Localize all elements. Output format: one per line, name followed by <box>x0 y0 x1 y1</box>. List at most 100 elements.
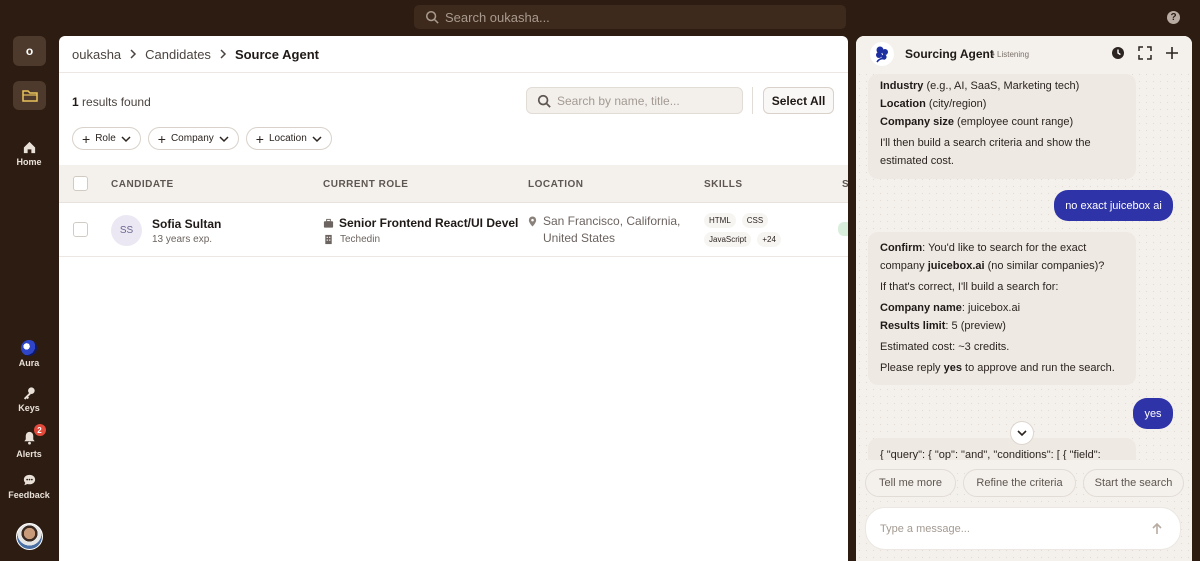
reply-b: to approve and run the search. <box>961 362 1115 374</box>
confirm-text-b: (no similar companies)? <box>984 260 1105 272</box>
select-all-checkbox[interactable] <box>73 176 88 191</box>
breadcrumb: oukasha Candidates Source Agent <box>59 36 848 73</box>
home-icon <box>23 141 35 154</box>
chevron-down-icon <box>312 135 322 142</box>
folder-button[interactable] <box>13 81 46 110</box>
plus-icon[interactable] <box>1165 46 1179 60</box>
header-current-role[interactable]: CURRENT ROLE <box>323 179 408 190</box>
rail-keys[interactable]: Keys <box>0 386 58 413</box>
header-location[interactable]: LOCATION <box>528 179 583 190</box>
candidate-role: Senior Frontend React/UI Devel <box>323 216 518 230</box>
estimated-cost: Estimated cost: ~3 credits. <box>880 341 1010 353</box>
main-panel: oukasha Candidates Source Agent 1 result… <box>59 36 848 561</box>
size-label: Company size <box>880 116 954 128</box>
chevron-down-icon <box>1017 430 1027 437</box>
rail-home[interactable]: Home <box>0 140 58 167</box>
select-all-button[interactable]: Select All <box>763 87 834 114</box>
expand-icon[interactable] <box>1138 46 1152 60</box>
global-search-placeholder: Search oukasha... <box>445 9 550 25</box>
send-button[interactable] <box>1146 518 1168 540</box>
results-limit-label: Results limit <box>880 320 946 332</box>
size-text: (employee count range) <box>953 116 1074 128</box>
candidate-avatar: SS <box>111 215 142 246</box>
confirm-company: juicebox.ai <box>927 260 985 272</box>
agent-logo-icon <box>876 46 888 63</box>
sourcing-agent-panel: Industry (e.g., AI, SaaS, Marketing tech… <box>856 36 1192 561</box>
search-icon <box>425 10 439 24</box>
map-pin-icon <box>528 216 537 227</box>
filter-role-button[interactable]: + Role <box>72 127 141 150</box>
candidate-skills: HTML CSS JavaScript +24 <box>704 213 804 247</box>
suggestion-refine-criteria[interactable]: Refine the criteria <box>963 469 1076 497</box>
left-rail: o Home Aura Keys 2 Alerts Feedback <box>0 36 58 561</box>
rail-aura[interactable]: Aura <box>0 340 58 368</box>
header-status[interactable]: S <box>842 179 848 190</box>
rail-alerts-label: Alerts <box>16 449 42 459</box>
company-name-value: : juicebox.ai <box>961 302 1021 314</box>
approve-prompt: Please reply yes to approve and run the … <box>880 359 1124 377</box>
candidate-search-input[interactable]: Search by name, title... <box>526 87 743 114</box>
location-label: Location <box>880 98 926 110</box>
results-count: 1 results found <box>72 95 151 109</box>
table-header: CANDIDATE CURRENT ROLE LOCATION SKILLS S <box>59 165 848 203</box>
row-checkbox[interactable] <box>73 222 88 237</box>
alerts-badge: 2 <box>33 424 46 436</box>
results-label: results found <box>82 95 151 109</box>
scroll-down-button[interactable] <box>1010 421 1034 445</box>
history-icon[interactable] <box>1111 46 1125 60</box>
rail-keys-label: Keys <box>18 403 40 413</box>
header-skills[interactable]: SKILLS <box>704 179 743 190</box>
criteria-location: Location (city/region) <box>880 95 1124 113</box>
company-name-line: Company name: juicebox.ai <box>880 299 1124 317</box>
agent-logo <box>870 42 894 66</box>
confirm-text: Confirm: You'd like to search for the ex… <box>880 239 1124 275</box>
results-limit-value: : 5 (preview) <box>945 320 1006 332</box>
results-toolbar: 1 results found Search by name, title...… <box>59 87 848 117</box>
breadcrumb-root[interactable]: oukasha <box>72 47 121 62</box>
message-placeholder: Type a message... <box>880 522 970 535</box>
company-name-label: Company name <box>880 302 962 314</box>
filter-role-label: Role <box>95 133 116 144</box>
candidate-role-text: Senior Frontend React/UI Devel <box>339 216 519 230</box>
skill-more-tag[interactable]: +24 <box>757 232 781 247</box>
reply-yes: yes <box>943 362 962 374</box>
location-line2: United States <box>543 231 616 245</box>
help-icon[interactable]: ? <box>1167 11 1180 24</box>
suggestion-start-search[interactable]: Start the search <box>1083 469 1184 497</box>
agent-header-actions <box>1111 46 1179 60</box>
user-message: no exact juicebox ai <box>1054 190 1173 221</box>
skill-tag: HTML <box>704 213 736 228</box>
results-limit-line: Results limit: 5 (preview) <box>880 317 1124 335</box>
candidate-experience: 13 years exp. <box>152 234 213 245</box>
reply-a: Please reply <box>880 362 944 374</box>
candidate-company: Techedin <box>323 234 380 245</box>
industry-text: (e.g., AI, SaaS, Marketing tech) <box>923 80 1080 92</box>
industry-label: Industry <box>880 80 924 92</box>
chevron-down-icon <box>219 135 229 142</box>
message-input[interactable]: Type a message... <box>865 507 1181 550</box>
candidate-search-placeholder: Search by name, title... <box>557 93 680 108</box>
filter-company-button[interactable]: + Company <box>147 127 239 150</box>
search-icon <box>537 94 551 108</box>
confirm-line2: If that's correct, I'll build a search f… <box>880 281 1059 293</box>
agent-message: Industry (e.g., AI, SaaS, Marketing tech… <box>868 74 1136 179</box>
breadcrumb-candidates[interactable]: Candidates <box>145 47 211 62</box>
chevron-right-icon <box>130 49 137 59</box>
suggestion-tell-me-more[interactable]: Tell me more <box>865 469 956 497</box>
skill-tag: CSS <box>741 213 769 228</box>
candidate-name[interactable]: Sofia Sultan <box>152 217 221 231</box>
table-row[interactable]: SS Sofia Sultan 13 years exp. Senior Fro… <box>59 203 848 257</box>
header-candidate[interactable]: CANDIDATE <box>111 179 174 190</box>
user-avatar[interactable] <box>16 523 43 550</box>
candidate-location-text: San Francisco, California, United States <box>543 213 680 247</box>
rail-alerts[interactable]: 2 Alerts <box>0 424 58 459</box>
global-search-input[interactable]: Search oukasha... <box>414 5 846 29</box>
confirm-label: Confirm <box>880 242 923 254</box>
filter-location-label: Location <box>268 133 307 144</box>
criteria-size: Company size (employee count range) <box>880 113 1124 131</box>
results-number: 1 <box>72 95 79 109</box>
location-text: (city/region) <box>925 98 987 110</box>
rail-feedback[interactable]: Feedback <box>0 473 58 500</box>
filter-location-button[interactable]: + Location <box>245 127 332 150</box>
org-switcher-button[interactable]: o <box>13 36 46 66</box>
